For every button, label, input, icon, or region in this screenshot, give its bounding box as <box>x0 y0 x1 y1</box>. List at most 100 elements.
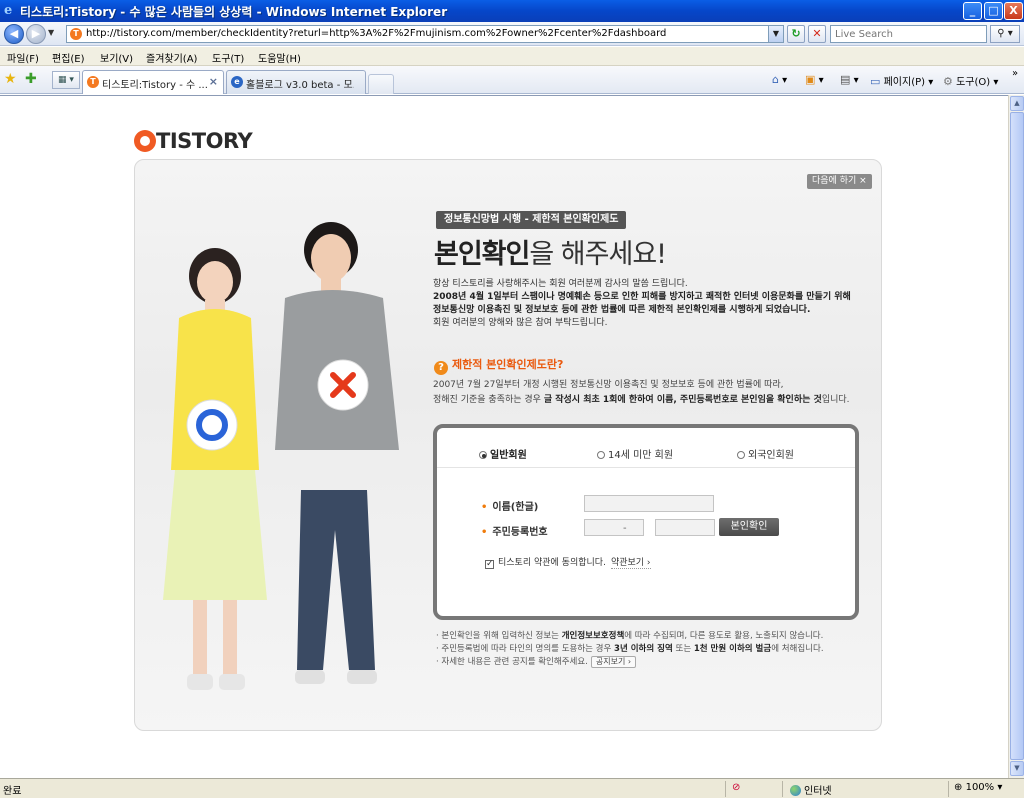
intro-line: 2008년 4월 1일부터 스팸이나 명예훼손 등으로 인한 피해를 방지하고 … <box>433 292 851 302</box>
window-title: 티스토리:Tistory - 수 많은 사람들의 상상력 - Windows I… <box>20 5 448 19</box>
status-bar: 완료 ⊘ 인터넷 ⊕ 100% ▾ <box>0 778 1024 798</box>
address-url[interactable]: http://tistory.com/member/checkIdentity?… <box>86 28 666 39</box>
ie-page-icon: e <box>231 76 243 88</box>
history-dropdown[interactable]: ▼ <box>48 28 54 37</box>
radio-dot-icon <box>737 451 745 459</box>
close-window-button[interactable]: X <box>1004 2 1023 20</box>
view-terms-link[interactable]: 약관보기 › <box>610 558 651 569</box>
intro-line: 회원 여러분의 양해와 많은 참여 부탁드립니다. <box>433 318 608 328</box>
favorites-star-icon[interactable]: ★ <box>4 72 17 86</box>
tab-hollog[interactable]: e 홀블로그 v3.0 beta - 모... <box>226 70 366 94</box>
search-input[interactable] <box>831 26 981 42</box>
add-favorite-icon[interactable]: ✚ <box>25 72 37 86</box>
law-tag: 정보통신망법 시행 - 제한적 본인확인제도 <box>436 211 627 229</box>
zoom-control[interactable]: ⊕ 100% ▾ <box>954 782 1002 793</box>
menu-bar: 파일(F) 편집(E) 보기(V) 즐겨찾기(A) 도구(T) 도움말(H) <box>0 47 1024 66</box>
protected-mode-icon[interactable]: ⊘ <box>732 782 740 793</box>
verify-identity-button[interactable]: 본인확인 <box>719 518 779 536</box>
new-tab-button[interactable] <box>368 74 394 94</box>
scroll-up-icon[interactable]: ▲ <box>1010 96 1024 111</box>
more-commands-icon[interactable]: » <box>1012 68 1018 79</box>
search-box[interactable] <box>830 25 987 43</box>
tab-bar: ★ ✚ ▦ ▾ T 티스토리:Tistory - 수 ... × e 홀블로그 … <box>0 66 1024 94</box>
question-title-text: 제한적 본인확인제도란? <box>452 358 564 371</box>
intro-line: 정보통신망 이용촉진 및 정보보호 등에 관한 법률에 따른 제한적 본인확인제… <box>433 305 811 315</box>
question-icon: ? <box>434 361 448 375</box>
agree-text: 티스토리 약관에 동의합니다. <box>498 558 606 568</box>
tools-menu[interactable]: ⚙ 도구(O) ▾ <box>943 73 998 88</box>
member-type-radios: 일반회원 14세 미만 회원 외국인회원 <box>437 438 855 468</box>
home-icon[interactable]: ⌂ ▾ <box>772 73 787 86</box>
page-menu[interactable]: ▭ 페이지(P) ▾ <box>870 73 933 88</box>
menu-edit[interactable]: 편집(E) <box>52 50 85 65</box>
tistory-logo-mark-icon <box>134 130 156 152</box>
menu-view[interactable]: 보기(V) <box>100 50 133 65</box>
privacy-policy-text: 개인정보보호정책 <box>561 631 625 641</box>
refresh-button[interactable]: ↻ <box>787 25 805 43</box>
menu-tools[interactable]: 도구(T) <box>212 50 244 65</box>
tab-label: 홀블로그 v3.0 beta - 모... <box>246 80 354 91</box>
intro-text: 항상 티스토리를 사랑해주시는 회원 여러분께 감사의 말씀 드립니다. 200… <box>433 278 863 330</box>
tools-menu-label: 도구(O) <box>956 77 991 88</box>
rrn-back-input[interactable] <box>655 519 715 536</box>
notes: · 본인확인을 위해 입력하신 정보는 개인정보보호정책에 따라 수집되며, 다… <box>436 630 856 669</box>
name-input[interactable] <box>584 495 714 512</box>
tistory-logo-text: TISTORY <box>156 129 253 153</box>
rrn-front-input[interactable] <box>584 519 644 536</box>
status-separator <box>948 781 949 797</box>
quick-tabs-button[interactable]: ▦ ▾ <box>52 71 80 89</box>
radio-label: 14세 미만 회원 <box>608 450 674 461</box>
address-dropdown-icon[interactable]: ▼ <box>768 26 783 42</box>
note-text: 에 처해집니다. <box>771 644 824 654</box>
terms-agreement: ✓ 티스토리 약관에 동의합니다. 약관보기 › <box>485 555 651 569</box>
view-notice-button[interactable]: 공지보기 › <box>590 656 637 668</box>
stop-button[interactable]: ✕ <box>808 25 826 43</box>
menu-file[interactable]: 파일(F) <box>7 50 39 65</box>
security-zone[interactable]: 인터넷 <box>790 782 832 797</box>
radio-label: 일반회원 <box>490 450 527 461</box>
rrn-label-text: 주민등록번호 <box>492 527 548 538</box>
forward-button[interactable]: ▶ <box>26 24 46 44</box>
note-text: · 주민등록법에 따라 타인의 명의를 도용하는 경우 <box>436 644 615 654</box>
skip-button[interactable]: 다음에 하기 × <box>807 174 872 189</box>
feeds-icon[interactable]: ▣ ▾ <box>805 73 824 86</box>
tab-label: 티스토리:Tistory - 수 ... <box>102 80 208 91</box>
minimize-button[interactable]: _ <box>963 2 982 20</box>
note-text: · 자세한 내용은 관련 공지를 확인해주세요. <box>436 657 588 667</box>
tab-close-icon[interactable]: × <box>209 75 218 88</box>
vertical-scrollbar[interactable]: ▲ ▼ <box>1008 95 1024 778</box>
tab-tistory[interactable]: T 티스토리:Tistory - 수 ... × <box>82 70 224 94</box>
question-line-2: 정해진 기준을 충족하는 경우 글 작성시 최초 1회에 한하여 이름, 주민등… <box>433 393 853 408</box>
scroll-down-icon[interactable]: ▼ <box>1010 761 1024 776</box>
headline-bold: 본인확인 <box>434 239 530 270</box>
back-button[interactable]: ◀ <box>4 24 24 44</box>
radio-foreign-member[interactable]: 외국인회원 <box>737 446 794 461</box>
rrn-dash: - <box>623 523 627 534</box>
menu-help[interactable]: 도움말(H) <box>258 50 301 65</box>
zone-label: 인터넷 <box>804 786 832 797</box>
rrn-label: • 주민등록번호 <box>481 527 548 538</box>
radio-general-member[interactable]: 일반회원 <box>479 446 527 461</box>
note-text: 에 따라 수집되며, 다른 용도로 활용, 노출되지 않습니다. <box>624 631 824 641</box>
status-text: 완료 <box>3 786 22 797</box>
people-illustration <box>163 222 399 690</box>
menu-favorites[interactable]: 즐겨찾기(A) <box>146 50 197 65</box>
radio-dot-icon <box>479 451 487 459</box>
radio-label: 외국인회원 <box>748 450 794 461</box>
address-bar[interactable]: T http://tistory.com/member/checkIdentit… <box>66 25 784 43</box>
note-bold: 3년 이하의 징역 <box>614 644 673 654</box>
radio-under14-member[interactable]: 14세 미만 회원 <box>597 446 673 461</box>
q2-bold: 글 작성시 최초 1회에 한하여 이름, 주민등록번호로 본인임을 확인하는 것 <box>543 395 822 405</box>
scroll-thumb[interactable] <box>1010 112 1024 760</box>
address-toolbar: ◀ ▶ ▼ T http://tistory.com/member/checkI… <box>0 22 1024 46</box>
agree-checkbox[interactable]: ✓ <box>485 560 494 569</box>
print-icon[interactable]: ▤ ▾ <box>840 73 859 86</box>
name-label: • 이름(한글) <box>481 502 539 513</box>
note-line-1: · 본인확인을 위해 입력하신 정보는 개인정보보호정책에 따라 수집되며, 다… <box>436 630 856 643</box>
page-viewport: TISTORY 다음에 하기 × 정보통신망법 시행 - 제한적 본인확인제도 … <box>0 95 1008 778</box>
note-line-3: · 자세한 내용은 관련 공지를 확인해주세요. 공지보기 › <box>436 656 856 669</box>
note-bold: 1천 만원 이하의 벌금 <box>693 644 772 654</box>
search-button[interactable]: ⚲ ▾ <box>990 25 1020 43</box>
question-description: 2007년 7월 27일부터 개정 시행된 정보통신망 이용촉진 및 정보보호 … <box>433 378 853 408</box>
maximize-button[interactable]: □ <box>984 2 1003 20</box>
